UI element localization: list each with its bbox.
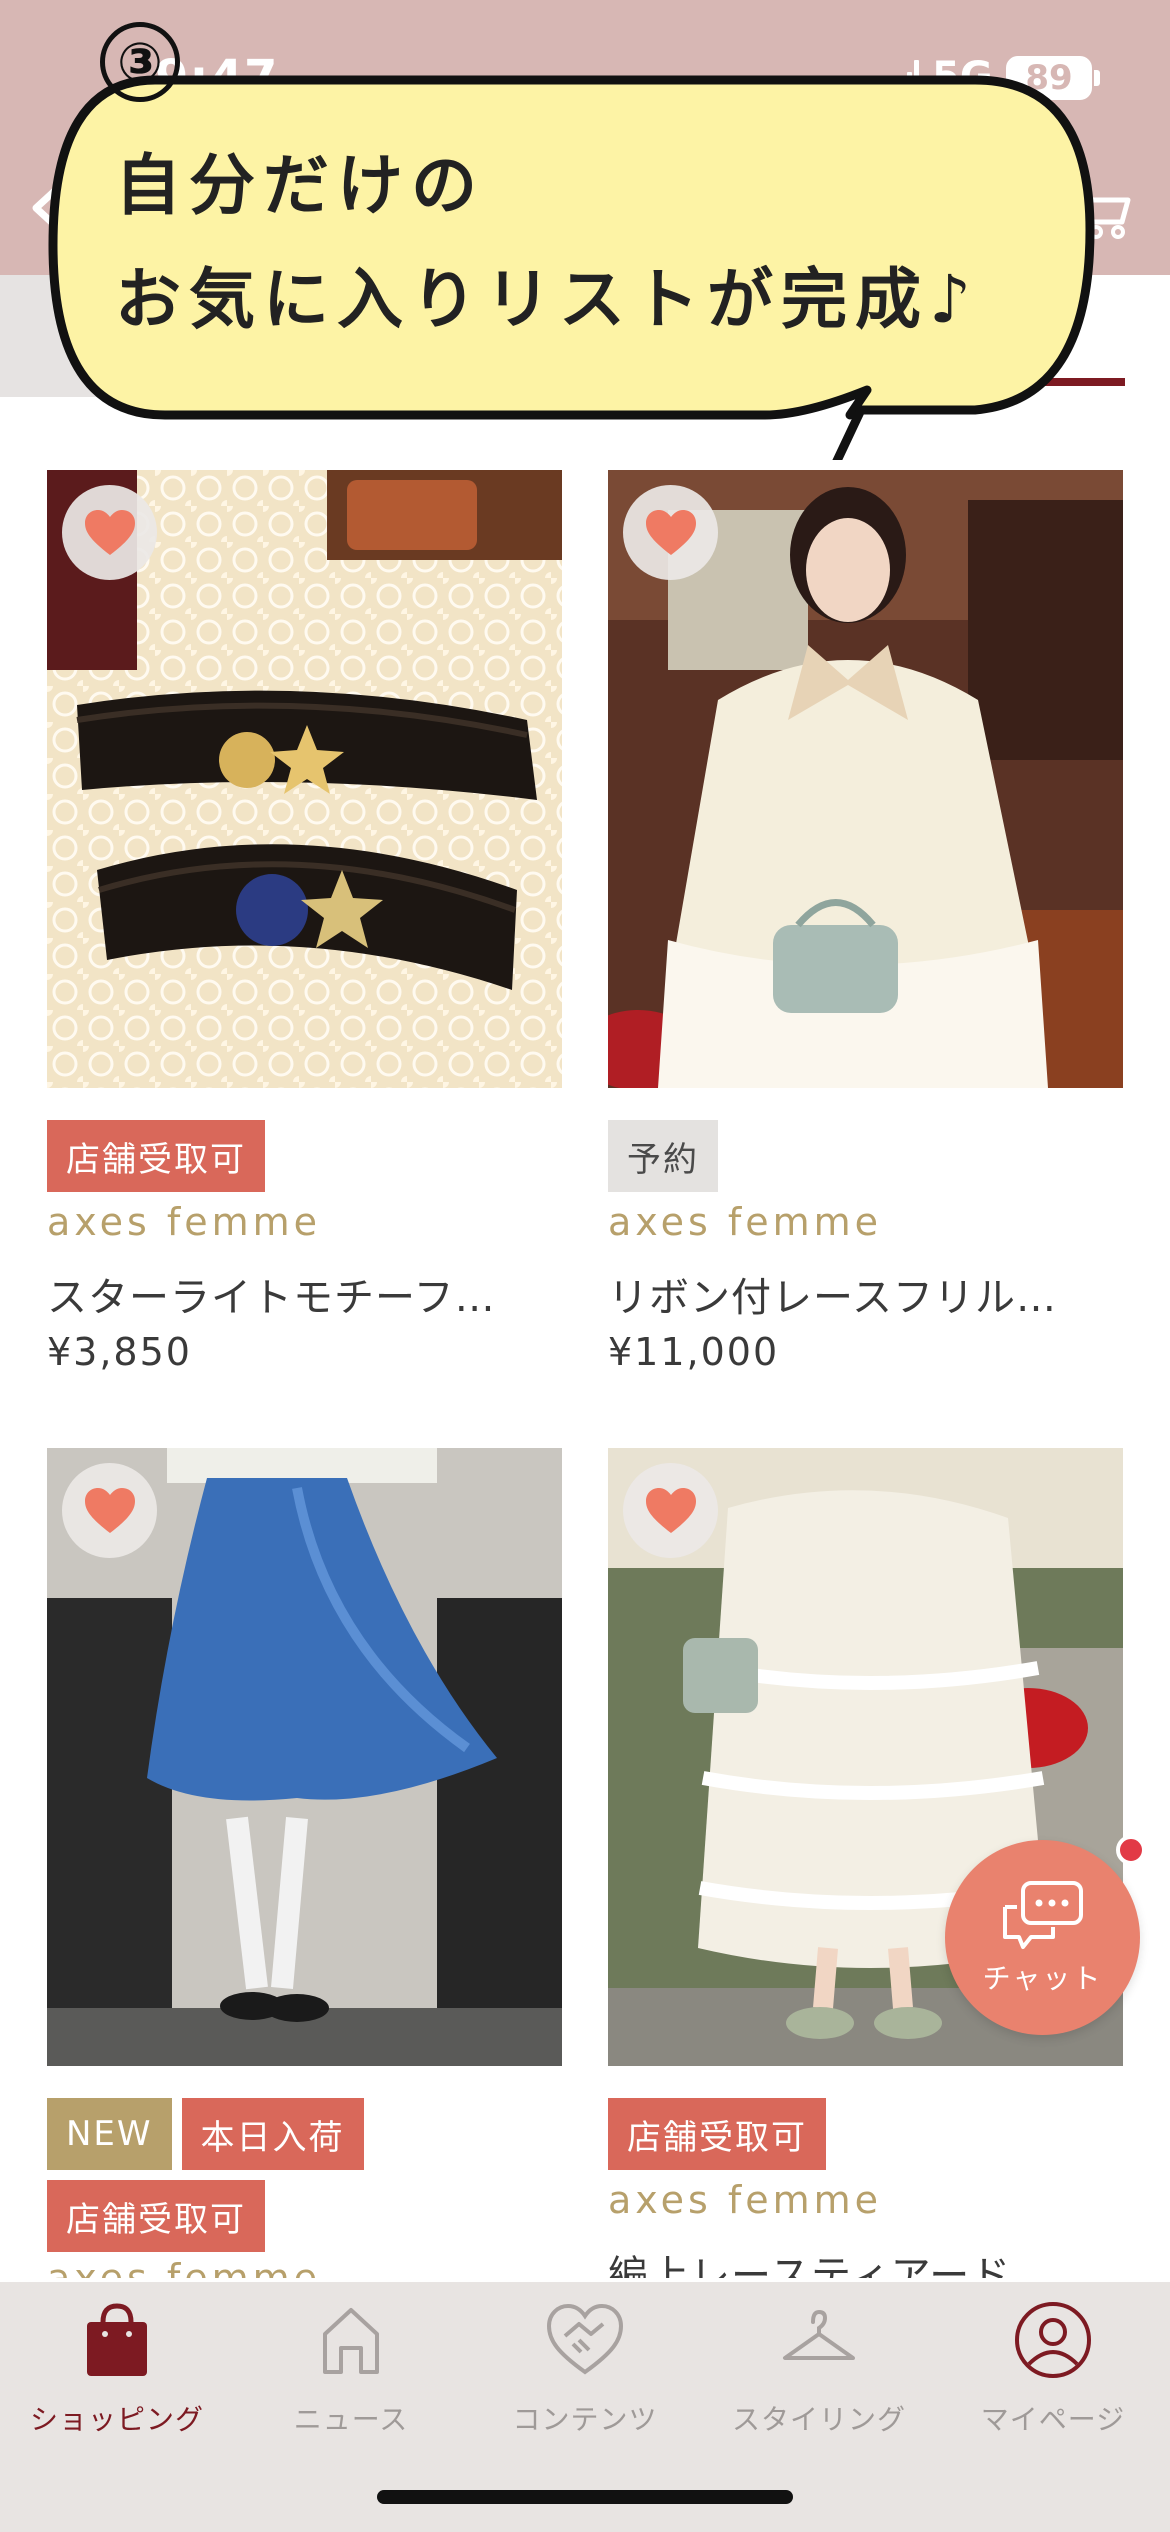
heart-icon <box>645 1487 696 1533</box>
status-badge: 本日入荷 <box>181 2098 364 2170</box>
status-badge: NEW <box>47 2098 172 2170</box>
brand-name: axes femme <box>47 2256 322 2278</box>
status-badge: 店舗受取可 <box>47 1120 265 1192</box>
status-badge: 店舗受取可 <box>47 2180 265 2252</box>
notification-dot <box>1116 1835 1146 1865</box>
step-number: ③ <box>100 22 180 102</box>
shopping-bag-icon <box>87 2303 147 2376</box>
brand-name: axes femme <box>608 2178 883 2222</box>
tab-label: マイページ <box>980 2403 1126 2436</box>
heart-icon <box>645 509 696 555</box>
heart-icon <box>84 1487 135 1533</box>
user-icon <box>1015 2302 1091 2378</box>
product-name[interactable]: スターライトモチーフ… <box>47 1265 562 1323</box>
tab-label: スタイリング <box>731 2403 906 2436</box>
tab-styling[interactable]: スタイリング <box>702 2300 936 2440</box>
product-name[interactable]: リボン付レースフリル… <box>608 1265 1123 1323</box>
product-price: ¥3,850 <box>47 1330 192 1374</box>
hanger-icon <box>783 2309 855 2360</box>
home-indicator <box>377 2490 793 2504</box>
callout-line-2: お気に入りリストが完成♪ <box>115 261 980 338</box>
status-badge: 予約 <box>608 1120 718 1192</box>
tab-mypage[interactable]: マイページ <box>936 2300 1170 2440</box>
product-image[interactable] <box>47 1448 562 2066</box>
badge-list: 店舗受取可 <box>608 2098 1123 2170</box>
product-image[interactable] <box>608 470 1123 1088</box>
home-icon <box>323 2308 379 2374</box>
product-name[interactable]: 編上レースティアード… <box>608 2243 1123 2278</box>
brand-name: axes femme <box>47 1200 322 1244</box>
favorite-button[interactable] <box>62 1463 157 1558</box>
product-image[interactable] <box>47 470 562 1088</box>
badge-list: 予約 <box>608 1120 1123 1192</box>
chat-label: チャット <box>982 1961 1103 1995</box>
product-card[interactable]: NEW 本日入荷 店舗受取可 axes femme <box>47 1448 562 2278</box>
favorite-button[interactable] <box>623 485 718 580</box>
tab-shopping[interactable]: ショッピング <box>0 2300 234 2440</box>
callout-line-1: 自分だけの <box>115 147 485 224</box>
chat-button[interactable]: チャット <box>945 1840 1140 2035</box>
tab-label: ショッピング <box>29 2403 204 2436</box>
heart-handshake-icon <box>546 2303 624 2375</box>
tab-label: コンテンツ <box>512 2403 658 2436</box>
tab-news[interactable]: ニュース <box>234 2300 468 2440</box>
favorite-button[interactable] <box>62 485 157 580</box>
heart-icon <box>84 509 135 555</box>
chat-bubble-icon <box>1002 1880 1083 1949</box>
tab-label: ニュース <box>293 2403 409 2436</box>
product-price: ¥11,000 <box>608 1330 780 1374</box>
status-badge: 店舗受取可 <box>608 2098 826 2170</box>
badge-list: NEW 本日入荷 店舗受取可 <box>47 2098 562 2252</box>
tab-contents[interactable]: コンテンツ <box>468 2300 702 2440</box>
badge-list: 店舗受取可 <box>47 1120 562 1192</box>
favorite-button[interactable] <box>623 1463 718 1558</box>
product-card[interactable]: 予約 axes femme リボン付レースフリル… ¥11,000 <box>608 470 1123 1390</box>
product-card[interactable]: 店舗受取可 axes femme スターライトモチーフ… ¥3,850 <box>47 470 562 1390</box>
brand-name: axes femme <box>608 1200 883 1244</box>
